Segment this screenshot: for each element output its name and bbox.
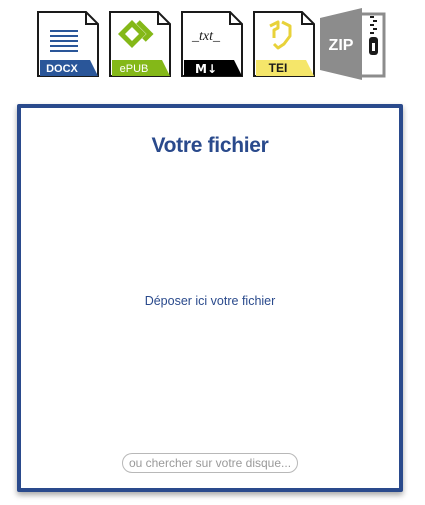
markdown-sample-text: _txt_ xyxy=(191,29,221,44)
markdown-file-icon: _txt_ M↓ xyxy=(181,11,243,77)
format-icons-bar: DOCX ePUB _txt_ M↓ TEI ZIP xyxy=(36,8,396,82)
markdown-badge: M↓ xyxy=(195,62,217,76)
epub-format-icon[interactable]: ePUB xyxy=(108,10,172,78)
tei-file-icon: TEI xyxy=(253,11,315,77)
docx-format-icon[interactable]: DOCX xyxy=(36,10,100,78)
tei-label: TEI xyxy=(269,61,288,75)
browse-wrap: ou chercher sur votre disque... xyxy=(21,453,399,473)
zip-label: ZIP xyxy=(329,37,354,54)
zip-format-icon[interactable]: ZIP xyxy=(318,8,390,82)
epub-label: ePUB xyxy=(120,63,149,75)
dropzone-hint: Déposer ici votre fichier xyxy=(144,294,276,308)
markdown-format-icon[interactable]: _txt_ M↓ xyxy=(180,10,244,78)
file-dropzone[interactable]: Votre fichier Déposer ici votre fichier … xyxy=(17,104,403,492)
docx-label: DOCX xyxy=(46,63,78,75)
browse-disk-button[interactable]: ou chercher sur votre disque... xyxy=(121,453,299,473)
zip-file-icon: ZIP xyxy=(320,8,386,80)
dropzone-title: Votre fichier xyxy=(151,134,269,157)
epub-file-icon: ePUB xyxy=(109,11,171,77)
docx-file-icon: DOCX xyxy=(37,11,99,77)
tei-format-icon[interactable]: TEI xyxy=(252,10,316,78)
